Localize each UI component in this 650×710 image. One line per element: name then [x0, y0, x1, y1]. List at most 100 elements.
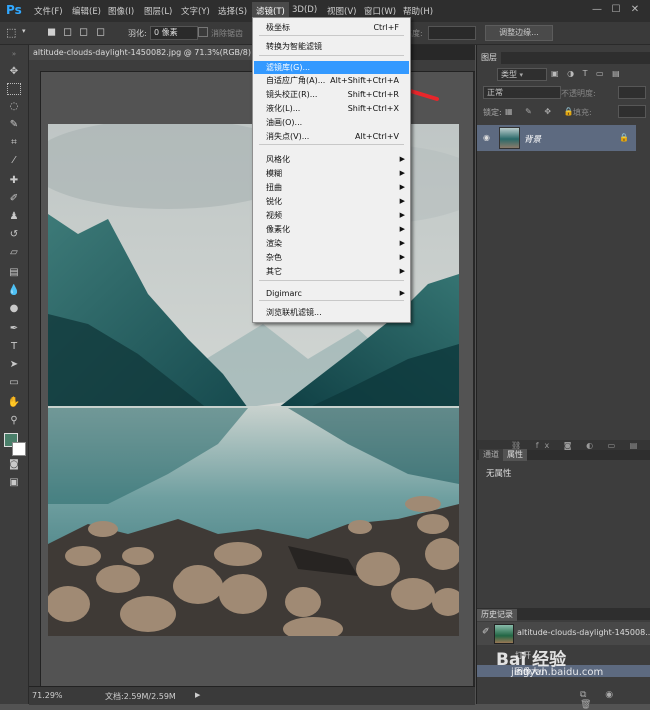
filter-menu-item[interactable]: 视频 ▶ [254, 209, 409, 222]
blur-tool-icon[interactable]: 💧 [6, 284, 22, 298]
menu-3d[interactable]: 3D(D) [292, 5, 317, 15]
feather-input[interactable]: 0 像素 [150, 26, 198, 40]
new-selection-icon[interactable]: ◼ [47, 25, 56, 38]
antialias-checkbox[interactable] [198, 27, 208, 37]
filter-menu-item[interactable]: 油画(O)... [254, 116, 409, 129]
tab-properties[interactable]: 属性 [503, 449, 527, 461]
filter-icons[interactable]: ▣ ◑ T ▭ ▤ [551, 69, 623, 78]
move-tool-icon[interactable]: ✥ [6, 65, 22, 79]
filter-menu-item[interactable]: 扭曲 ▶ [254, 181, 409, 194]
kind-filter-label: 类型 [501, 70, 517, 79]
history-thumbnail [494, 624, 514, 644]
filter-menu-item[interactable]: 风格化 ▶ [254, 153, 409, 166]
background-color-swatch[interactable] [12, 442, 26, 456]
intersect-selection-icon[interactable]: ◻ [96, 25, 105, 38]
refine-edge-button[interactable]: 调整边缘... [485, 25, 553, 41]
filter-menu-item[interactable]: 锐化 ▶ [254, 195, 409, 208]
lock-icons[interactable]: ▦ ✎ ✥ 🔒 [505, 107, 579, 116]
tab-layers[interactable]: 图层 [477, 52, 501, 64]
screen-mode-icon[interactable]: ▣ [6, 476, 22, 490]
menu-type[interactable]: 文字(Y) [181, 5, 210, 17]
filter-menu-item[interactable]: 浏览联机滤镜... [254, 306, 409, 319]
chevron-down-icon[interactable]: ▾ [22, 27, 26, 35]
document-info: 文档:2.59M/2.59M [105, 692, 176, 701]
submenu-arrow-icon: ▶ [399, 197, 405, 205]
filter-menu-item[interactable]: 其它 ▶ [254, 265, 409, 278]
pen-tool-icon[interactable]: ✒ [6, 322, 22, 336]
blend-mode-select[interactable]: 正常 [483, 86, 561, 99]
subtract-selection-icon[interactable]: ◻ [79, 25, 88, 38]
add-selection-icon[interactable]: ◻ [63, 25, 72, 38]
filter-menu-item[interactable]: 消失点(V)... Alt+Ctrl+V [254, 130, 409, 143]
menu-image[interactable]: 图像(I) [108, 5, 134, 17]
filter-menu-item[interactable]: Digimarc ▶ [254, 287, 409, 300]
submenu-arrow-icon: ▶ [399, 169, 405, 177]
filter-menu-item[interactable]: 渲染 ▶ [254, 237, 409, 250]
close-icon[interactable]: ✕ [628, 3, 642, 16]
maximize-icon[interactable]: ☐ [609, 3, 623, 16]
quick-select-tool-icon[interactable]: ✎ [6, 118, 22, 132]
lasso-tool-icon[interactable]: ◌ [6, 100, 22, 114]
antialias-label: 消除锯齿 [211, 29, 243, 38]
status-bar: 71.29% 文档:2.59M/2.59M ▶ [29, 686, 475, 705]
brush-tool-icon[interactable]: ✐ [6, 192, 22, 206]
shape-tool-icon[interactable]: ▭ [6, 376, 22, 390]
menu-layer[interactable]: 图层(L) [144, 5, 172, 17]
eyedropper-tool-icon[interactable]: ⁄ [6, 154, 22, 168]
filter-menu-item[interactable]: 转换为智能滤镜 [254, 40, 409, 53]
menu-file[interactable]: 文件(F) [34, 5, 63, 17]
fill-input[interactable] [618, 105, 646, 118]
zoom-tool-icon[interactable]: ⚲ [6, 414, 22, 428]
gradient-tool-icon[interactable]: ▤ [6, 266, 22, 280]
marquee-tool-icon[interactable] [7, 83, 21, 95]
marquee-icon[interactable]: ⬚ [6, 26, 16, 39]
filter-menu-item[interactable]: 极坐标 Ctrl+F [254, 21, 409, 34]
layers-panel-header [477, 52, 650, 64]
healing-brush-tool-icon[interactable]: ✚ [6, 174, 22, 188]
filter-menu-item[interactable]: 像素化 ▶ [254, 223, 409, 236]
filter-menu-item[interactable]: 液化(L)... Shift+Ctrl+X [254, 102, 409, 115]
menu-select[interactable]: 选择(S) [218, 5, 247, 17]
clone-stamp-tool-icon[interactable]: ♟ [6, 210, 22, 224]
opacity-input[interactable] [618, 86, 646, 99]
filter-menu-item-shortcut: Alt+Ctrl+V [355, 132, 399, 141]
menu-window[interactable]: 窗口(W) [364, 5, 396, 17]
menu-separator [259, 144, 404, 145]
zoom-level[interactable]: 71.29% [32, 691, 63, 700]
layer-name[interactable]: 背景 [524, 133, 541, 145]
tab-history[interactable]: 历史记录 [477, 609, 517, 621]
status-menu-arrow-icon[interactable]: ▶ [195, 691, 200, 699]
dodge-tool-icon[interactable]: ● [6, 302, 22, 316]
tab-channels[interactable]: 通道 [479, 449, 503, 461]
history-brush-tool-icon[interactable]: ↺ [6, 228, 22, 242]
history-brush-source-icon[interactable]: ✐ [482, 627, 490, 637]
filter-menu-item[interactable]: 自适应广角(A)... Alt+Shift+Ctrl+A [254, 74, 409, 87]
filter-menu-item[interactable]: 滤镜库(G)... [254, 61, 409, 74]
filter-menu-item[interactable]: 镜头校正(R)... Shift+Ctrl+R [254, 88, 409, 101]
height-input[interactable] [428, 26, 476, 40]
collapse-icon[interactable]: » [6, 47, 22, 61]
menu-help[interactable]: 帮助(H) [403, 5, 433, 17]
filter-menu-item-label: 锐化 [266, 197, 282, 206]
menu-separator [259, 300, 404, 301]
document-tab[interactable]: altitude-clouds-daylight-1450082.jpg @ 7… [29, 45, 263, 60]
layer-kind-filter[interactable]: 类型 ▾ [497, 68, 547, 81]
crop-tool-icon[interactable]: ⌗ [6, 136, 22, 150]
submenu-arrow-icon: ▶ [399, 155, 405, 163]
path-select-tool-icon[interactable]: ➤ [6, 358, 22, 372]
type-tool-icon[interactable]: T [6, 340, 22, 354]
filter-menu-item-label: 滤镜库(G)... [266, 63, 311, 72]
quick-mask-icon[interactable]: ◙ [6, 458, 22, 472]
filter-menu-item[interactable]: 杂色 ▶ [254, 251, 409, 264]
eye-icon[interactable]: ◉ [483, 133, 490, 142]
minimize-icon[interactable]: — [590, 3, 604, 16]
filter-menu-item-label: 其它 [266, 267, 282, 276]
layer-thumbnail [499, 127, 520, 149]
lock-label: 锁定: [483, 108, 502, 117]
menu-edit[interactable]: 编辑(E) [72, 5, 101, 17]
eraser-tool-icon[interactable]: ▱ [6, 246, 22, 260]
filter-menu-item[interactable]: 模糊 ▶ [254, 167, 409, 180]
hand-tool-icon[interactable]: ✋ [6, 396, 22, 410]
menu-view[interactable]: 视图(V) [327, 5, 356, 17]
history-actions-icons[interactable]: ⧉ ◉ 🗑 [580, 690, 650, 710]
